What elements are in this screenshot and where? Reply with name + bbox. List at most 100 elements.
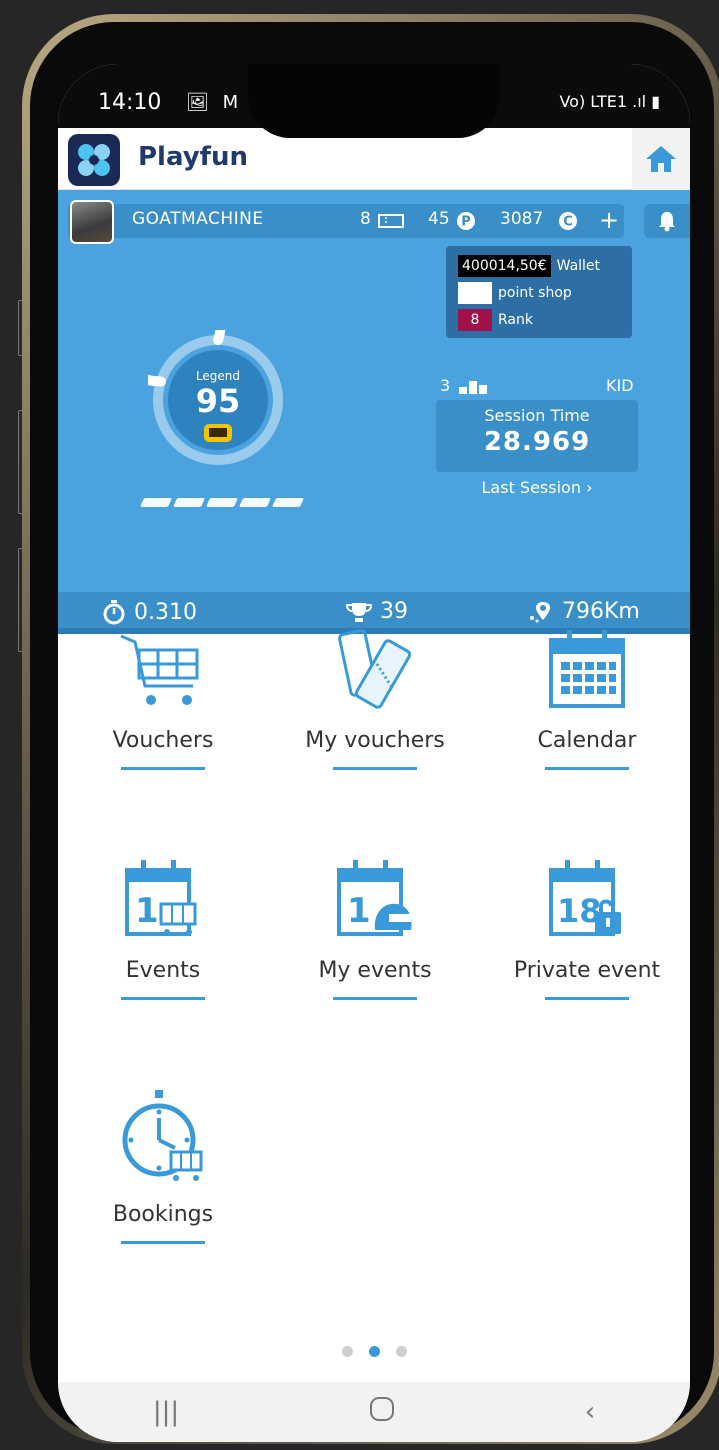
level-bar <box>238 498 272 507</box>
signal-icons: Vo) LTE1 .ıl ▮ <box>559 92 660 111</box>
calendar-label: Calendar <box>537 728 637 753</box>
tile-private-event[interactable]: 18 Private event <box>482 858 690 1000</box>
session-time-label: Session Time <box>484 406 590 425</box>
session-time-value: 28.969 <box>483 427 591 457</box>
wallet-value: 400014,50€ <box>458 254 551 277</box>
gauge-value: 95 <box>196 382 241 420</box>
home-button[interactable] <box>632 128 690 190</box>
events-label: Events <box>125 958 201 983</box>
session-time-card: Session Time 28.969 <box>436 400 638 472</box>
svg-text:P: P <box>461 215 471 230</box>
underline <box>333 767 417 770</box>
best-lap-stat: 0.310 <box>102 599 197 625</box>
back-button[interactable]: ‹ <box>585 1397 595 1427</box>
tile-bookings[interactable]: Bookings <box>58 1088 268 1244</box>
recent-apps-button[interactable]: ||| <box>153 1397 179 1427</box>
tile-my-events[interactable]: 1 My events <box>270 858 480 1000</box>
last-session-label: Last Session <box>481 478 581 497</box>
page-dot[interactable] <box>395 1346 407 1357</box>
points-icon: P <box>457 212 475 230</box>
underline <box>333 997 417 1000</box>
chevron-right-icon: › <box>586 478 593 497</box>
page-dot[interactable] <box>368 1346 380 1357</box>
vouchers-label: Vouchers <box>112 728 214 753</box>
tile-my-vouchers[interactable]: My vouchers <box>270 628 480 770</box>
notifications-button[interactable] <box>644 204 690 238</box>
level-gauge: Legend 95 <box>95 256 288 470</box>
podium-stat: 3 <box>440 376 488 395</box>
playfun-logo <box>68 134 120 186</box>
best-lap-value: 0.310 <box>134 599 197 625</box>
svg-text:18: 18 <box>557 892 602 930</box>
points-count: 45 <box>428 209 450 229</box>
gauge-label: Legend <box>196 369 240 383</box>
page-dot[interactable] <box>341 1346 353 1357</box>
avatar[interactable] <box>70 200 114 244</box>
rank-row[interactable]: 8 Rank <box>458 306 620 333</box>
add-credits-button[interactable]: + <box>594 204 624 238</box>
underline <box>545 997 629 1000</box>
wallet-label: Wallet <box>556 257 601 274</box>
tickets-count: 8 <box>360 209 371 229</box>
bookings-clock-icon <box>122 1090 203 1181</box>
underline <box>121 1241 205 1244</box>
username[interactable]: GOATMACHINE <box>132 209 264 229</box>
level-bars <box>139 498 305 507</box>
podium-value: 3 <box>440 376 451 395</box>
system-nav-bar: ||| ‹ <box>58 1382 690 1442</box>
my-events-label: My events <box>318 958 432 983</box>
category-label: KID <box>606 376 634 395</box>
status-time: 14:10 <box>98 90 162 115</box>
underline <box>545 767 629 770</box>
camera-notch <box>248 64 500 138</box>
trophies-value: 39 <box>380 599 408 624</box>
events-cart-icon: 1 <box>125 860 197 936</box>
tile-vouchers[interactable]: Vouchers <box>58 628 268 770</box>
my-vouchers-label: My vouchers <box>305 728 445 753</box>
page-indicator <box>58 1346 690 1357</box>
svg-text:C: C <box>563 215 573 230</box>
stopwatch-icon <box>103 600 125 625</box>
point-shop-swatch <box>458 281 492 304</box>
credits-count: 3087 <box>500 209 544 229</box>
trophy-icon <box>346 602 372 622</box>
underline <box>121 997 205 1000</box>
ticket-icon <box>378 214 404 228</box>
distance-value: 796Km <box>562 599 640 624</box>
app-title: Playfun <box>138 142 248 172</box>
home-nav-button[interactable] <box>369 1396 395 1429</box>
cart-icon <box>120 634 199 705</box>
profile-hero: GOATMACHINE 8 45 P 3087 C + 400014,50€ W… <box>58 190 690 634</box>
rank-value: 8 <box>458 308 492 331</box>
rank-label: Rank <box>498 311 533 328</box>
tickets-icon <box>338 629 412 709</box>
bell-icon <box>659 212 675 232</box>
tile-events[interactable]: 1 Events <box>58 858 268 1000</box>
user-bar: GOATMACHINE 8 45 P 3087 C <box>68 204 608 238</box>
calendar-icon <box>549 630 625 708</box>
point-shop-row[interactable]: point shop <box>458 279 620 306</box>
screen: 14:10 🖼 M ▶ Vo) LTE1 .ıl ▮ Playfun GOATM… <box>58 64 690 1442</box>
svg-text:1: 1 <box>135 891 159 931</box>
nav-home-icon <box>369 1396 394 1421</box>
level-bar <box>172 498 206 507</box>
level-bar <box>139 498 173 507</box>
bookings-label: Bookings <box>112 1202 214 1227</box>
wallet-dropdown: 400014,50€ Wallet point shop 8 Rank <box>446 246 632 338</box>
podium-icon <box>459 380 488 394</box>
underline <box>121 767 205 770</box>
tile-calendar[interactable]: Calendar <box>482 628 690 770</box>
last-session-link[interactable]: Last Session › <box>436 478 638 497</box>
steering-wheel-icon <box>204 424 232 442</box>
point-shop-label: point shop <box>498 284 572 301</box>
wallet-row[interactable]: 400014,50€ Wallet <box>458 252 620 279</box>
level-bar <box>271 498 305 507</box>
level-bar <box>205 498 239 507</box>
credits-icon: C <box>559 212 577 230</box>
events-helmet-icon: 1 <box>337 860 412 936</box>
location-icon <box>530 601 550 622</box>
home-icon <box>646 146 676 172</box>
trophies-stat: 39 <box>346 599 408 624</box>
svg-text:1: 1 <box>347 891 371 931</box>
events-lock-icon: 18 <box>549 860 621 936</box>
